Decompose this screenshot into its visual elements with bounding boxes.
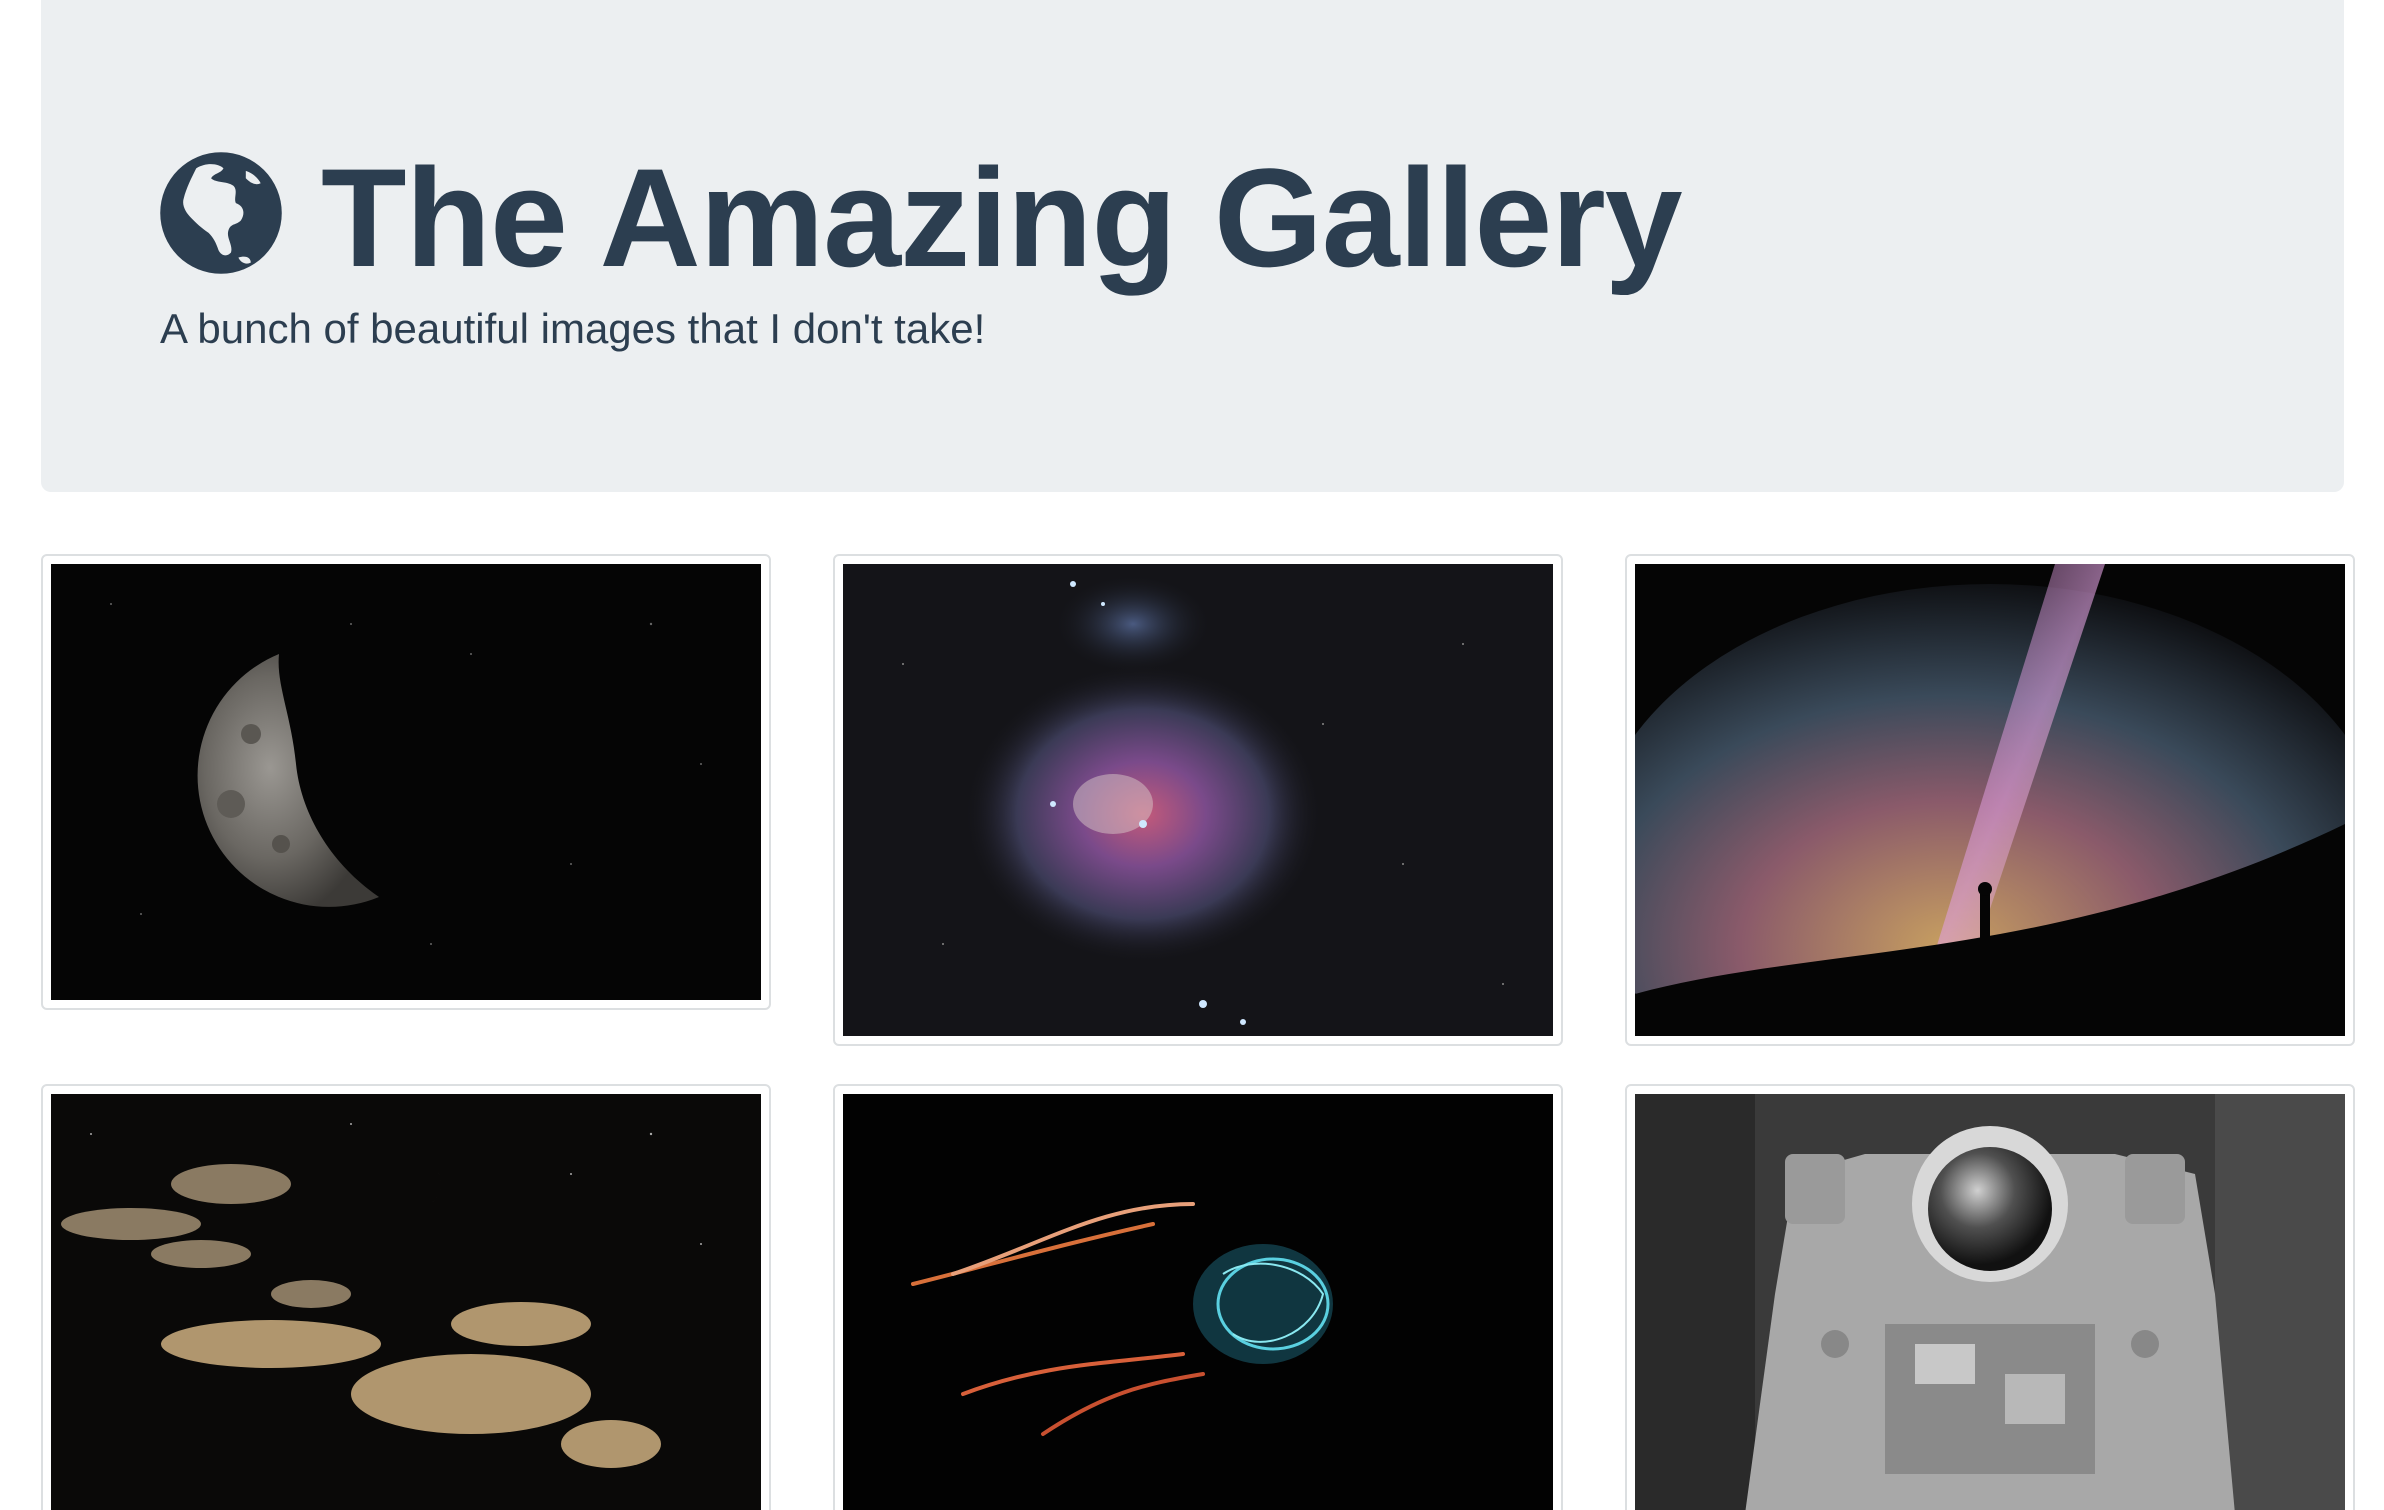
jellyfish-icon	[843, 1094, 1553, 1510]
astronaut-suit-icon	[1635, 1094, 2345, 1510]
gallery-item-night-clouds[interactable]	[41, 1084, 771, 1510]
gallery-item-jellyfish[interactable]	[833, 1084, 1563, 1510]
night-clouds-crescent-icon	[51, 1094, 761, 1510]
half-moon-icon	[51, 564, 761, 1000]
night-clouds-image[interactable]	[51, 1094, 761, 1510]
nebula-icon	[843, 564, 1553, 1036]
nebula-image[interactable]	[843, 564, 1553, 1036]
milky-way-image[interactable]	[1635, 564, 2345, 1036]
gallery-item-nebula[interactable]	[833, 554, 1563, 1046]
gallery-item-astronaut[interactable]	[1625, 1084, 2355, 1510]
astronaut-image[interactable]	[1635, 1094, 2345, 1510]
page-title: The Amazing Gallery	[321, 139, 1683, 296]
moon-image[interactable]	[51, 564, 761, 1000]
header-jumbotron: The Amazing Gallery A bunch of beautiful…	[41, 0, 2344, 492]
jellyfish-image[interactable]	[843, 1094, 1553, 1510]
globe-americas-icon	[160, 152, 282, 274]
gallery-item-milky-way[interactable]	[1625, 554, 2355, 1046]
page: The Amazing Gallery A bunch of beautiful…	[0, 0, 2384, 1510]
page-subtitle: A bunch of beautiful images that I don't…	[160, 305, 986, 352]
title-row: The Amazing Gallery	[159, 138, 1683, 296]
milky-way-silhouette-icon	[1635, 564, 2345, 1036]
gallery-item-moon[interactable]	[41, 554, 771, 1010]
